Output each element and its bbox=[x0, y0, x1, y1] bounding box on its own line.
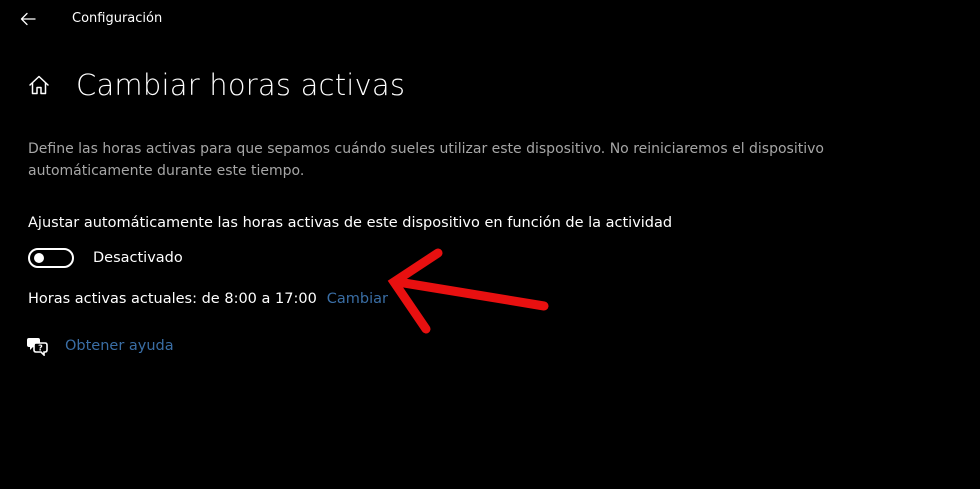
arrow-left-icon bbox=[20, 12, 36, 26]
auto-adjust-label: Ajustar automáticamente las horas activa… bbox=[28, 215, 673, 231]
home-icon bbox=[29, 75, 49, 95]
toggle-state-label: Desactivado bbox=[93, 250, 183, 266]
auto-adjust-toggle[interactable] bbox=[28, 248, 74, 268]
auto-adjust-toggle-row: Desactivado bbox=[28, 248, 183, 268]
change-hours-link[interactable]: Cambiar bbox=[327, 291, 388, 307]
active-hours-text: Horas activas actuales: de 8:00 a 17:00 bbox=[28, 291, 317, 307]
annotation-arrow-icon bbox=[387, 248, 549, 334]
home-button[interactable] bbox=[26, 72, 52, 98]
active-hours-row: Horas activas actuales: de 8:00 a 17:00 … bbox=[28, 291, 388, 307]
svg-text:?: ? bbox=[38, 344, 43, 353]
toggle-knob bbox=[34, 253, 44, 263]
page-title: Cambiar horas activas bbox=[76, 68, 406, 102]
back-button[interactable] bbox=[14, 6, 42, 32]
title-bar: Configuración bbox=[0, 0, 980, 40]
get-help-row[interactable]: ? Obtener ayuda bbox=[26, 335, 174, 357]
get-help-link[interactable]: Obtener ayuda bbox=[65, 338, 174, 354]
app-title: Configuración bbox=[72, 11, 163, 26]
page-description: Define las horas activas para que sepamo… bbox=[28, 141, 824, 179]
chat-help-icon: ? bbox=[26, 335, 48, 357]
page-header: Cambiar horas activas bbox=[26, 62, 405, 108]
